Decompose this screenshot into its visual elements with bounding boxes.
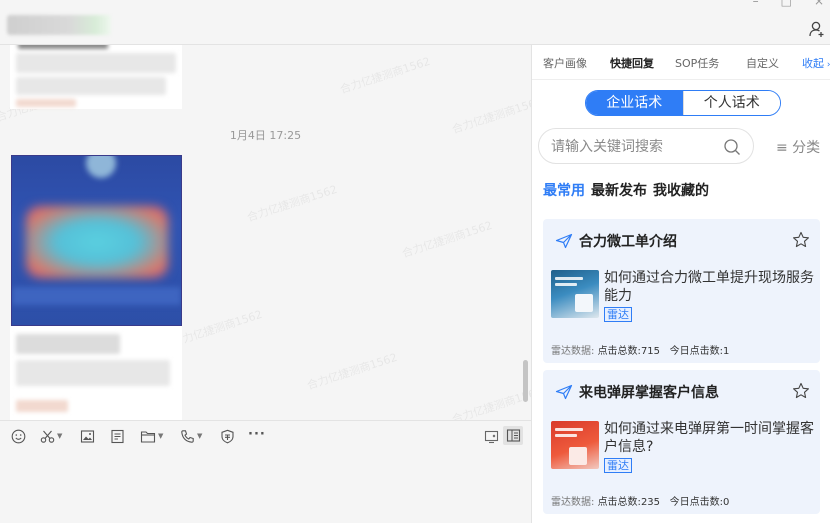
chat-scrollbar[interactable]	[523, 360, 528, 402]
watermark: 合力亿捷测商1562	[305, 350, 399, 393]
send-icon	[555, 233, 573, 249]
filter-most-used[interactable]: 最常用	[543, 180, 585, 200]
watermark: 合力亿捷测商1562	[338, 54, 432, 97]
filter-row: 最常用 最新发布 我收藏的	[543, 180, 709, 200]
radar-tag: 雷达	[604, 307, 632, 322]
phone-icon[interactable]: ▼	[180, 428, 202, 444]
tab-quick-reply[interactable]: 快捷回复	[610, 55, 654, 71]
filter-latest[interactable]: 最新发布	[591, 180, 647, 200]
document-icon[interactable]	[110, 428, 125, 444]
script-card[interactable]: 合力微工单介绍 如何通过合力微工单提升现场服务能力 雷达 雷达数据: 点击总数:…	[543, 219, 820, 363]
search-icon[interactable]	[723, 138, 741, 156]
tab-customer-profile[interactable]: 客户画像	[543, 55, 587, 71]
card-thumbnail	[551, 270, 599, 318]
card-stats: 雷达数据: 点击总数:715 今日点击数:1	[551, 346, 730, 357]
more-icon[interactable]: ···	[248, 426, 266, 442]
shield-icon[interactable]	[220, 428, 235, 444]
segment-personal[interactable]: 个人话术	[682, 91, 780, 115]
minimize-button[interactable]: –	[753, 0, 759, 8]
script-type-toggle: 企业话术 个人话术	[585, 90, 781, 116]
folder-icon[interactable]: ▼	[140, 428, 163, 444]
category-button[interactable]: ≡ 分类	[776, 137, 820, 157]
time-divider: 1月4日 17:25	[229, 129, 302, 142]
scissors-icon[interactable]: ▼	[40, 428, 62, 444]
message-card-blurred[interactable]	[10, 326, 182, 420]
watermark: 合力亿捷测商1562	[400, 218, 494, 261]
card-description: 如何通过来电弹屏第一时间掌握客户信息? 雷达	[604, 421, 814, 473]
message-image-blurred[interactable]	[11, 155, 182, 326]
message-card-blurred[interactable]	[10, 45, 182, 109]
search-input[interactable]	[551, 137, 716, 157]
input-toolbar: ▼ ▼ ▼ ···	[0, 420, 531, 450]
card-description: 如何通过合力微工单提升现场服务能力 雷达	[604, 270, 814, 322]
card-title: 合力微工单介绍	[579, 234, 677, 250]
star-icon[interactable]	[792, 231, 810, 249]
card-thumbnail	[551, 421, 599, 469]
quick-reply-panel: 客户画像 快捷回复 SOP任务 自定义 收起 › 企业话术 个人话术 ≡ 分类 …	[531, 45, 830, 523]
watermark: 合力亿捷测商1562	[245, 182, 339, 225]
star-icon[interactable]	[792, 382, 810, 400]
keyword-search	[538, 128, 754, 164]
chat-header: – □ ×	[0, 0, 830, 45]
close-button[interactable]: ×	[814, 0, 824, 8]
message-input-area[interactable]	[0, 450, 531, 523]
send-icon	[555, 384, 573, 400]
script-card[interactable]: 来电弹屏掌握客户信息 如何通过来电弹屏第一时间掌握客户信息? 雷达 雷达数据: …	[543, 370, 820, 514]
card-title: 来电弹屏掌握客户信息	[579, 385, 719, 401]
watermark: 合力亿捷测商1562	[170, 307, 264, 350]
image-icon[interactable]	[80, 428, 95, 444]
radar-tag: 雷达	[604, 458, 632, 473]
panel-toggle-icon[interactable]	[503, 426, 523, 445]
card-stats: 雷达数据: 点击总数:235 今日点击数:0	[551, 497, 730, 508]
chat-title-blurred	[7, 15, 111, 35]
filter-favorites[interactable]: 我收藏的	[653, 180, 709, 200]
window-controls: – □ ×	[753, 0, 824, 8]
maximize-button[interactable]: □	[781, 0, 792, 8]
screen-icon[interactable]	[484, 428, 499, 444]
tab-sop-tasks[interactable]: SOP任务	[675, 55, 719, 71]
panel-tabs: 客户画像 快捷回复 SOP任务 自定义 收起 ›	[532, 45, 830, 80]
tab-custom[interactable]: 自定义	[746, 55, 779, 71]
chat-message-area[interactable]: 合力亿捷测商1562 合力亿捷测商1562 合力亿捷测商1562 合力亿捷测商1…	[0, 45, 531, 420]
watermark: 合力亿捷测商1562	[450, 384, 531, 420]
add-member-icon[interactable]	[808, 20, 826, 38]
segment-enterprise[interactable]: 企业话术	[586, 91, 683, 115]
chevron-right-icon: ›	[824, 60, 830, 70]
tab-collapse[interactable]: 收起 ›	[802, 55, 830, 71]
emoji-icon[interactable]	[11, 428, 26, 444]
